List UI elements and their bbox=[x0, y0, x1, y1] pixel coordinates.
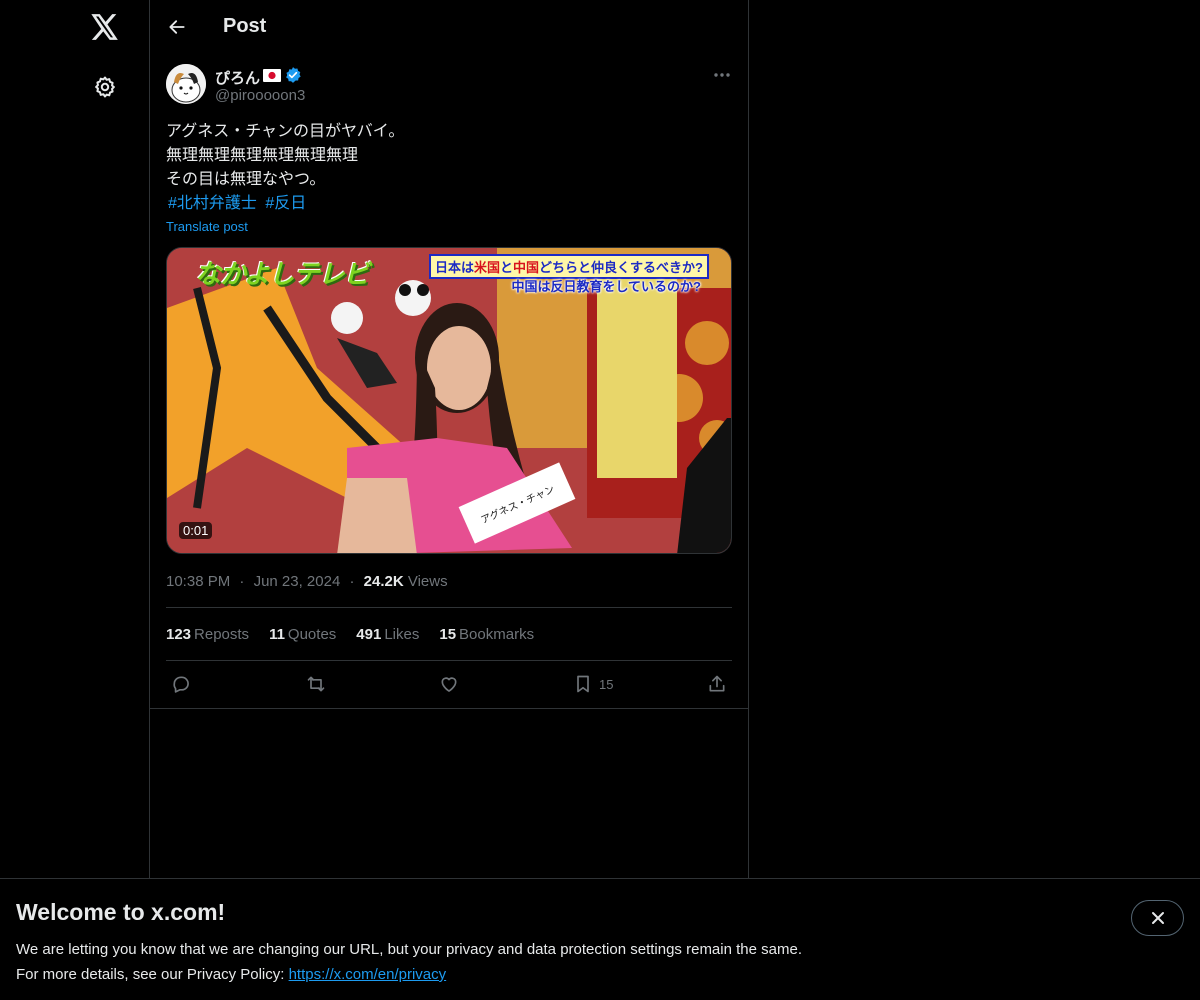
likes-stat[interactable]: 491 Likes bbox=[356, 626, 419, 643]
caption-text: と bbox=[500, 260, 514, 275]
hashtag-list: #北村弁護士 #反日 bbox=[166, 192, 732, 216]
page-header: Post bbox=[150, 0, 748, 54]
tweet-text: アグネス・チャンの目がヤバイ。 無理無理無理無理無理無理 その目は無理なやつ。 … bbox=[166, 120, 732, 216]
bookmark-icon bbox=[577, 675, 589, 693]
quotes-count: 11 bbox=[269, 626, 285, 643]
welcome-banner: Welcome to x.com! We are letting you kno… bbox=[0, 878, 1200, 1000]
tweet-line: その目は無理なやつ。 bbox=[166, 171, 326, 188]
left-rail bbox=[0, 0, 150, 1000]
caption-text: 米国 bbox=[474, 260, 501, 275]
post-time[interactable]: 10:38 PM bbox=[166, 573, 230, 590]
likes-label: Likes bbox=[384, 626, 420, 643]
bookmark-button[interactable]: 15 bbox=[573, 673, 613, 695]
repost-button[interactable] bbox=[305, 673, 327, 695]
banner-title: Welcome to x.com! bbox=[16, 899, 226, 925]
author-display-name[interactable]: ぴろん bbox=[215, 67, 260, 88]
show-logo-overlay: なかよしテレビ bbox=[195, 259, 370, 289]
banner-text: We are letting you know that we are chan… bbox=[16, 937, 802, 987]
close-icon bbox=[1151, 912, 1164, 924]
author-name-row[interactable]: ぴろん bbox=[215, 66, 302, 89]
more-options-icon[interactable] bbox=[710, 66, 734, 84]
post-meta: 10:38 PM · Jun 23, 2024 · 24.2K Views bbox=[166, 573, 448, 590]
tweet-line: 無理無理無理無理無理無理 bbox=[166, 147, 359, 164]
bookmarks-count: 15 bbox=[439, 626, 457, 643]
video-media[interactable]: なかよしテレビ 日本は米国と中国どちらと仲良くするべきか? 中国は反日教育をして… bbox=[166, 247, 732, 554]
page-title: Post bbox=[223, 15, 267, 37]
divider bbox=[150, 708, 748, 709]
video-duration-badge: 0:01 bbox=[179, 522, 213, 539]
divider bbox=[166, 607, 732, 608]
settings-gear-icon[interactable] bbox=[92, 74, 118, 100]
banner-line: For more details, see our Privacy Policy… bbox=[16, 962, 802, 987]
tweet-line: アグネス・チャンの目がヤバイ。 bbox=[166, 123, 405, 140]
caption-text: どちらと仲良くするべきか? bbox=[539, 260, 703, 275]
bookmarks-stat[interactable]: 15 Bookmarks bbox=[439, 626, 534, 643]
banner-line: We are letting you know that we are chan… bbox=[16, 941, 802, 958]
close-banner-button[interactable] bbox=[1131, 900, 1184, 936]
translate-post-link[interactable]: Translate post bbox=[166, 219, 248, 234]
action-bar: 15 bbox=[150, 661, 748, 708]
hashtag-link[interactable]: #北村弁護士 bbox=[168, 195, 257, 212]
likes-count: 491 bbox=[356, 626, 382, 643]
caption-text: 中国 bbox=[513, 260, 540, 275]
caption-text: 日本は bbox=[434, 260, 474, 275]
x-logo-icon[interactable] bbox=[90, 12, 120, 42]
bookmark-count: 15 bbox=[599, 676, 614, 692]
engagement-stats: 123 Reposts 11 Quotes 491 Likes 15 Bookmarks bbox=[166, 626, 534, 643]
japan-flag-icon bbox=[263, 68, 282, 87]
author-avatar[interactable] bbox=[166, 64, 206, 104]
reposts-label: Reposts bbox=[194, 626, 250, 643]
post-date[interactable]: Jun 23, 2024 bbox=[254, 573, 341, 590]
like-button[interactable] bbox=[439, 673, 459, 695]
banner-line-prefix: For more details, see our Privacy Policy… bbox=[16, 966, 289, 983]
reposts-stat[interactable]: 123 Reposts bbox=[166, 626, 249, 643]
back-arrow-icon[interactable] bbox=[166, 16, 188, 38]
hashtag-link[interactable]: #反日 bbox=[265, 195, 306, 212]
privacy-policy-link[interactable]: https://x.com/en/privacy bbox=[289, 966, 447, 983]
repost-icon bbox=[307, 676, 325, 692]
heart-icon bbox=[441, 677, 457, 692]
reposts-count: 123 bbox=[166, 626, 192, 643]
bookmarks-label: Bookmarks bbox=[459, 626, 535, 643]
main-column: Post ぴろん @pirooooon3 アグネス・チャンの目がヤバイ。 無理無… bbox=[149, 0, 749, 1000]
quotes-label: Quotes bbox=[287, 626, 337, 643]
meta-separator: · bbox=[239, 573, 245, 590]
reply-icon bbox=[173, 676, 189, 693]
verified-badge-icon bbox=[284, 66, 302, 89]
share-icon bbox=[709, 675, 725, 692]
reply-button[interactable] bbox=[171, 673, 191, 695]
author-handle[interactable]: @pirooooon3 bbox=[215, 87, 305, 104]
quotes-stat[interactable]: 11 Quotes bbox=[269, 626, 336, 643]
share-button[interactable] bbox=[707, 673, 727, 695]
views-label: Views bbox=[407, 573, 448, 590]
video-caption-secondary: 中国は反日教育をしているのか? bbox=[511, 279, 701, 294]
views-count: 24.2K bbox=[363, 573, 404, 590]
meta-separator: · bbox=[349, 573, 355, 590]
